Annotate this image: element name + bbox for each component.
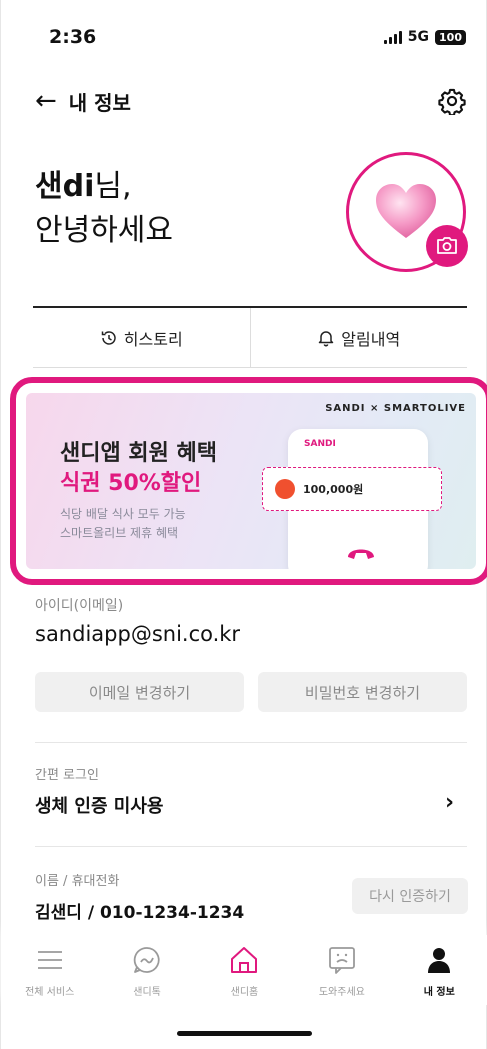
home-indicator — [177, 1031, 312, 1036]
nav-label: 샌디홈 — [230, 986, 259, 998]
banner-highlight: 식권 50%할인 — [60, 471, 202, 496]
banner-subtext: 식당 배달 식사 모두 가능 스마트올리브 제휴 혜택 — [60, 505, 186, 543]
id-value: sandiapp@sni.co.kr — [35, 622, 241, 646]
banner-title: 샌디앱 회원 혜택 — [60, 441, 217, 466]
battery-icon: 100 — [435, 29, 466, 45]
coupon-icon — [275, 479, 295, 499]
account-actions: 이메일 변경하기 비밀번호 변경하기 — [35, 672, 467, 712]
nav-sandi-home[interactable]: 샌디홈 — [199, 943, 289, 998]
greeting-suffix: 님, — [94, 169, 132, 204]
camera-button[interactable] — [426, 225, 468, 267]
banner-sub-1: 식당 배달 식사 모두 가능 — [60, 507, 186, 521]
back-arrow-icon[interactable]: ← — [35, 88, 57, 114]
nav-my-info[interactable]: 내 정보 — [394, 943, 484, 998]
phone-brand: SANDI — [304, 439, 336, 449]
tab-notifications[interactable]: 알림내역 — [249, 308, 468, 367]
contact-label: 이름 / 휴대전화 — [35, 874, 120, 889]
status-time: 2:36 — [49, 26, 97, 48]
bottom-nav: 전체 서비스 샌디톡 샌디홈 도와주세요 내 정보 — [1, 935, 487, 1005]
person-icon — [428, 947, 451, 973]
nav-help[interactable]: 도와주세요 — [297, 943, 387, 998]
contact-value: 김샌디 / 010-1234-1234 — [35, 903, 245, 923]
change-email-button[interactable]: 이메일 변경하기 — [35, 672, 244, 712]
greeting-line-1: 샌di님, — [35, 165, 173, 209]
network-label: 5G — [407, 29, 430, 45]
easy-login-label: 간편 로그인 — [35, 768, 99, 783]
nav-sandi-talk[interactable]: 샌디톡 — [102, 943, 192, 998]
divider — [35, 742, 467, 743]
page-title: 내 정보 — [68, 90, 131, 115]
nav-label: 샌디톡 — [133, 986, 161, 998]
menu-icon — [37, 950, 62, 969]
camera-icon — [437, 237, 457, 254]
promo-banner[interactable]: SANDI × SMARTOLIVE 샌디앱 회원 혜택 식권 50%할인 식당… — [26, 393, 476, 569]
nav-all-services[interactable]: 전체 서비스 — [5, 943, 95, 998]
nav-label: 도와주세요 — [318, 986, 365, 998]
home-icon — [231, 946, 258, 973]
app-frame: 2:36 5G 100 ← 내 정보 샌di님, 안녕하세요 히스토리 알림내역… — [0, 0, 487, 1049]
chevron-right-icon[interactable]: › — [445, 790, 454, 815]
history-icon — [101, 330, 116, 345]
bell-icon — [319, 330, 334, 346]
change-password-button[interactable]: 비밀번호 변경하기 — [258, 672, 467, 712]
heart-avatar-icon — [376, 184, 436, 238]
help-icon — [328, 946, 355, 974]
nav-label: 내 정보 — [423, 986, 455, 998]
signal-icon — [383, 30, 402, 44]
tab-bar: 히스토리 알림내역 — [33, 306, 467, 368]
easy-login-value[interactable]: 생체 인증 미사용 — [35, 792, 163, 818]
banner-coupon: 100,000원 — [262, 467, 442, 511]
tab-history-label: 히스토리 — [123, 329, 183, 349]
status-bar: 2:36 5G 100 — [49, 22, 466, 52]
chat-icon — [133, 946, 160, 973]
nav-label: 전체 서비스 — [25, 986, 75, 998]
promo-banner-highlight: SANDI × SMARTOLIVE 샌디앱 회원 혜택 식권 50%할인 식당… — [10, 377, 487, 585]
id-label: 아이디(이메일) — [35, 598, 124, 614]
greeting-line-2: 안녕하세요 — [35, 213, 173, 248]
page-header: ← 내 정보 — [35, 84, 466, 118]
tab-notifications-label: 알림내역 — [341, 329, 401, 349]
phone-receiver-icon — [348, 549, 374, 559]
gear-icon[interactable] — [438, 87, 466, 115]
divider — [35, 846, 467, 847]
tab-history[interactable]: 히스토리 — [33, 308, 250, 367]
coupon-amount: 100,000원 — [303, 483, 364, 496]
status-right: 5G 100 — [383, 29, 466, 45]
banner-brand: SANDI × SMARTOLIVE — [325, 403, 466, 414]
user-name: 샌di — [35, 169, 95, 204]
banner-sub-2: 스마트올리브 제휴 혜택 — [60, 526, 179, 540]
greeting: 샌di님, 안녕하세요 — [35, 165, 173, 253]
reauth-button[interactable]: 다시 인증하기 — [352, 878, 468, 914]
